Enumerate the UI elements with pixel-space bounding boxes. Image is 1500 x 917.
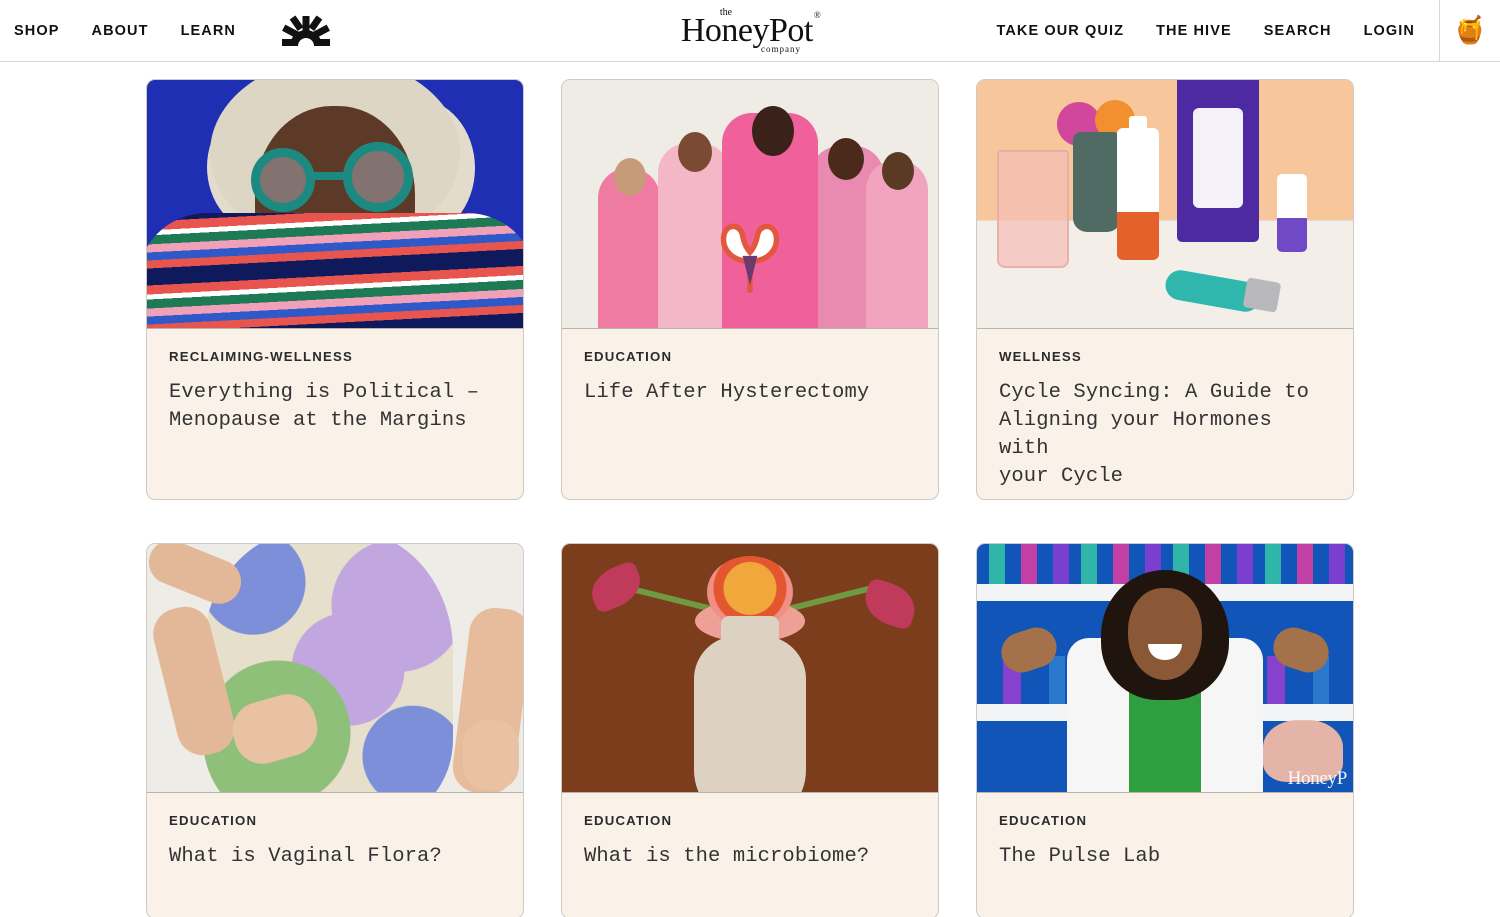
article-card[interactable]: RECLAIMING-WELLNESS Everything is Politi…: [146, 79, 524, 500]
article-image-flowers-vase: [562, 544, 938, 793]
logo-main-text: HoneyPot: [680, 11, 814, 49]
article-grid: RECLAIMING-WELLNESS Everything is Politi…: [0, 62, 1500, 917]
article-image-wavy-dress-torso: [147, 544, 523, 793]
article-card-body: RECLAIMING-WELLNESS Everything is Politi…: [147, 329, 523, 435]
article-image-portrait-woman-glasses: [147, 80, 523, 329]
article-category: EDUCATION: [584, 813, 673, 828]
article-title: Everything is Political – Menopause at t…: [169, 381, 480, 432]
article-image-scientist-lab: HoneyP: [977, 544, 1353, 793]
primary-nav-right: TAKE OUR QUIZ THE HIVE SEARCH LOGIN 🍯: [996, 0, 1500, 62]
registered-mark-icon: ®: [813, 10, 821, 21]
article-category: EDUCATION: [999, 813, 1088, 828]
article-image-five-women-pink: [562, 80, 938, 329]
nav-learn[interactable]: LEARN: [181, 23, 236, 39]
nav-login[interactable]: LOGIN: [1364, 23, 1415, 39]
logo-wordmark: HoneyPot®: [680, 11, 821, 49]
article-card[interactable]: EDUCATION What is Vaginal Flora?: [146, 543, 524, 917]
image-watermark: HoneyP: [1287, 768, 1348, 789]
article-card-body: EDUCATION The Pulse Lab: [977, 793, 1353, 871]
article-category: RECLAIMING-WELLNESS: [169, 349, 353, 364]
honey-pot-cart-icon[interactable]: 🍯: [1440, 0, 1500, 62]
article-card-body: EDUCATION Life After Hysterectomy: [562, 329, 938, 407]
article-card[interactable]: HoneyP EDUCATION The Pulse Lab: [976, 543, 1354, 917]
article-title: Life After Hysterectomy: [584, 381, 870, 404]
article-card[interactable]: WELLNESS Cycle Syncing: A Guide to Align…: [976, 79, 1354, 500]
article-category: WELLNESS: [999, 349, 1082, 364]
article-title: The Pulse Lab: [999, 845, 1161, 868]
article-image-honeypot-products: [977, 80, 1353, 329]
primary-nav-left: SHOP ABOUT LEARN: [0, 15, 332, 47]
article-category: EDUCATION: [584, 349, 673, 364]
article-card[interactable]: EDUCATION Life After Hysterectomy: [561, 79, 939, 500]
article-card[interactable]: EDUCATION What is the microbiome?: [561, 543, 939, 917]
nav-search[interactable]: SEARCH: [1264, 23, 1332, 39]
site-header: SHOP ABOUT LEARN the HoneyPot® company T…: [0, 0, 1500, 62]
uterus-prop-icon: [720, 223, 780, 293]
article-card-body: EDUCATION What is Vaginal Flora?: [147, 793, 523, 871]
nav-about[interactable]: ABOUT: [92, 23, 149, 39]
article-title: What is Vaginal Flora?: [169, 845, 442, 868]
nav-take-our-quiz[interactable]: TAKE OUR QUIZ: [996, 23, 1124, 39]
article-category: EDUCATION: [169, 813, 258, 828]
nav-the-hive[interactable]: THE HIVE: [1156, 23, 1232, 39]
site-logo[interactable]: the HoneyPot® company: [650, 7, 850, 54]
sunburst-icon[interactable]: [280, 15, 332, 47]
article-title: Cycle Syncing: A Guide to Aligning your …: [999, 381, 1310, 488]
article-card-body: EDUCATION What is the microbiome?: [562, 793, 938, 871]
nav-shop[interactable]: SHOP: [14, 23, 60, 39]
article-title: What is the microbiome?: [584, 845, 870, 868]
article-card-body: WELLNESS Cycle Syncing: A Guide to Align…: [977, 329, 1353, 491]
